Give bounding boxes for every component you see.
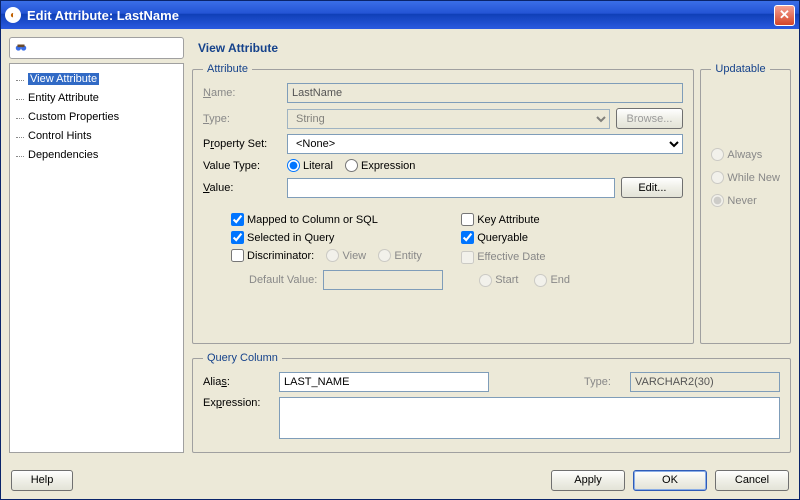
- query-column-legend: Query Column: [203, 352, 282, 364]
- radio-updatable-whilenew: While New: [711, 171, 780, 184]
- dialog-window: ◐ Edit Attribute: LastName ✕ View Attrib…: [0, 0, 800, 500]
- close-button[interactable]: ✕: [774, 5, 795, 26]
- updatable-group: Updatable Always While New Never: [700, 63, 791, 344]
- content-pane: View Attribute Attribute Name: Type: Str…: [192, 37, 791, 453]
- alias-field[interactable]: [279, 372, 489, 392]
- query-column-group: Query Column Alias: Type: Expression:: [192, 352, 791, 453]
- tree-item-control-hints[interactable]: Control Hints: [14, 127, 179, 146]
- dialog-footer: Help Apply OK Cancel: [1, 461, 799, 499]
- row-name: Name:: [203, 83, 683, 103]
- app-icon: ◐: [5, 7, 21, 23]
- top-row: Attribute Name: Type: String Browse... P…: [192, 63, 791, 344]
- expression-field[interactable]: [279, 397, 780, 439]
- row-start-end: Start End: [461, 270, 683, 290]
- value-label: Value:: [203, 182, 281, 194]
- query-type-field: [630, 372, 780, 392]
- browse-button: Browse...: [616, 108, 684, 129]
- page-title: View Attribute: [192, 37, 791, 63]
- cb-discriminator-row: Discriminator: View Entity: [231, 249, 453, 265]
- type-select: String: [287, 109, 610, 129]
- row-default-value: Default Value:: [231, 270, 453, 290]
- apply-button[interactable]: Apply: [551, 470, 625, 491]
- property-set-label: Property Set:: [203, 138, 281, 150]
- checkbox-grid: Mapped to Column or SQL Key Attribute Se…: [203, 213, 683, 290]
- nav-pane: View Attribute Entity Attribute Custom P…: [9, 37, 184, 453]
- cb-selected-in-query[interactable]: Selected in Query: [231, 231, 453, 244]
- value-field[interactable]: [287, 178, 615, 198]
- nav-tree: View Attribute Entity Attribute Custom P…: [9, 63, 184, 453]
- property-set-select[interactable]: <None>: [287, 134, 683, 154]
- radio-discr-view: View: [326, 249, 366, 262]
- name-label: Name:: [203, 87, 281, 99]
- radio-eff-start: Start: [479, 274, 518, 287]
- row-type: Type: String Browse...: [203, 108, 683, 129]
- radio-literal[interactable]: Literal: [287, 159, 333, 172]
- query-type-label: Type:: [584, 376, 624, 388]
- radio-expression[interactable]: Expression: [345, 159, 415, 172]
- window-title: Edit Attribute: LastName: [27, 8, 774, 23]
- radio-updatable-always: Always: [711, 148, 780, 161]
- nav-search-bar[interactable]: [9, 37, 184, 59]
- default-value-field: [323, 270, 443, 290]
- help-button[interactable]: Help: [11, 470, 73, 491]
- value-type-radios: Literal Expression: [287, 159, 415, 172]
- cb-effective-date: Effective Date: [461, 249, 683, 265]
- cb-key-attribute[interactable]: Key Attribute: [461, 213, 683, 226]
- cb-queryable[interactable]: Queryable: [461, 231, 683, 244]
- edit-value-button[interactable]: Edit...: [621, 177, 683, 198]
- dialog-body: View Attribute Entity Attribute Custom P…: [1, 29, 799, 461]
- attribute-legend: Attribute: [203, 63, 252, 75]
- tree-item-custom-properties[interactable]: Custom Properties: [14, 108, 179, 127]
- titlebar: ◐ Edit Attribute: LastName ✕: [1, 1, 799, 29]
- default-value-label: Default Value:: [249, 274, 317, 286]
- radio-discr-entity: Entity: [378, 249, 422, 262]
- tree-item-entity-attribute[interactable]: Entity Attribute: [14, 89, 179, 108]
- name-field: [287, 83, 683, 103]
- close-icon: ✕: [779, 7, 790, 23]
- tree-item-view-attribute[interactable]: View Attribute: [14, 70, 179, 89]
- binoculars-icon: [14, 41, 28, 55]
- attribute-group: Attribute Name: Type: String Browse... P…: [192, 63, 694, 344]
- value-type-label: Value Type:: [203, 160, 281, 172]
- row-property-set: Property Set: <None>: [203, 134, 683, 154]
- radio-updatable-never: Never: [711, 194, 780, 207]
- tree-item-dependencies[interactable]: Dependencies: [14, 146, 179, 165]
- alias-label: Alias:: [203, 376, 273, 388]
- cb-discriminator[interactable]: Discriminator:: [231, 249, 314, 262]
- row-alias: Alias: Type:: [203, 372, 780, 392]
- row-expression: Expression:: [203, 397, 780, 439]
- cb-mapped[interactable]: Mapped to Column or SQL: [231, 213, 453, 226]
- expression-label: Expression:: [203, 397, 273, 409]
- radio-eff-end: End: [534, 274, 570, 287]
- row-value-type: Value Type: Literal Expression: [203, 159, 683, 172]
- ok-button[interactable]: OK: [633, 470, 707, 491]
- row-value: Value: Edit...: [203, 177, 683, 198]
- cancel-button[interactable]: Cancel: [715, 470, 789, 491]
- type-label: Type:: [203, 113, 281, 125]
- updatable-legend: Updatable: [711, 63, 769, 75]
